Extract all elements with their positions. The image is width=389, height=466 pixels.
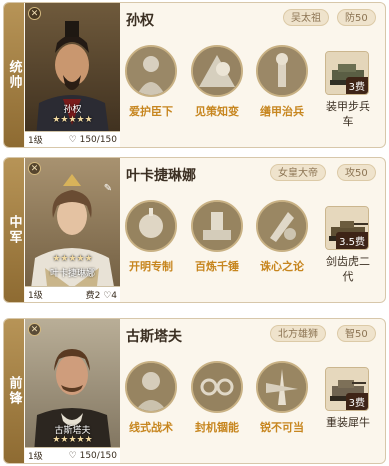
level-label: 1级 [28, 452, 43, 462]
level-label: 1级 [28, 291, 43, 301]
troop-slot[interactable]: 3.5费 剑齿虎二代 [325, 206, 371, 284]
role-label: 中军 [6, 215, 22, 245]
skill-icon [191, 45, 243, 97]
lineup-page: 统帅 孙权 ★★★★★ 1级 ♡ 150/150 ✕ 孙权 吴太祖 防50 爱护… [0, 0, 389, 466]
role-label: 前锋 [6, 376, 22, 406]
general-portrait[interactable]: 孙权 ★★★★★ 1级 ♡ 150/150 [25, 3, 120, 147]
title-badge: 北方雄狮 [270, 325, 326, 342]
skill-label: 见策知变 [195, 105, 239, 118]
skill-1[interactable]: 开明专制 [121, 200, 181, 274]
general-portrait[interactable]: 叶卡捷琳娜 ★★★★★ 1级 费2 ♡4 [25, 158, 120, 302]
skill-label: 线式战术 [129, 421, 173, 434]
star-rating: ★★★★★ [52, 115, 93, 125]
skill-label: 开明专制 [129, 260, 173, 273]
heart-icon: ♡ [68, 134, 77, 145]
stat-badge: 攻50 [337, 164, 376, 181]
skill-label: 封机锢能 [195, 421, 239, 434]
role-tab: 统帅 [4, 3, 24, 147]
cost-value: 费2 ♡4 [85, 291, 117, 301]
skill-1[interactable]: 爱护臣下 [121, 45, 181, 119]
remove-icon[interactable]: ✕ [28, 162, 41, 175]
skill-icon [256, 45, 308, 97]
tank-icon: 3费 [325, 51, 369, 95]
skill-3[interactable]: 缮甲治兵 [252, 45, 312, 119]
level-label: 1级 [28, 136, 43, 146]
skill-label: 爱护臣下 [129, 105, 173, 118]
troop-slot[interactable]: 3费 装甲步兵车 [325, 51, 371, 129]
portrait-footer: 1级 ♡ 150/150 [25, 131, 120, 147]
title-badge: 吴太祖 [283, 9, 329, 26]
troop-slot[interactable]: 3费 重装犀牛 [325, 367, 371, 430]
heart-icon: ♡ [68, 450, 77, 461]
skill-label: 百炼千锤 [195, 260, 239, 273]
skill-1[interactable]: 线式战术 [121, 361, 181, 435]
troop-label: 剑齿虎二代 [326, 255, 370, 283]
portrait-name: 孙权 [63, 105, 82, 115]
skill-icon [125, 45, 177, 97]
skill-2[interactable]: 见策知变 [187, 45, 247, 119]
skill-label: 锐不可当 [260, 421, 304, 434]
general-card-2[interactable]: 中军 叶卡捷琳娜 ★★★★★ 1级 费2 ♡4 ✕ ✎ 叶卡捷琳娜 女皇大帝 攻… [3, 157, 386, 303]
stamina-value: ♡ 150/150 [68, 134, 117, 145]
skill-icon [256, 200, 308, 252]
skill-label: 缮甲治兵 [260, 105, 304, 118]
portrait-art [25, 3, 120, 147]
skill-2[interactable]: 封机锢能 [187, 361, 247, 435]
star-rating: ★★★★★ [52, 254, 93, 264]
skill-icon [191, 361, 243, 413]
portrait-name: 叶卡捷琳娜 [49, 269, 95, 279]
role-label: 统帅 [6, 60, 22, 90]
skill-3[interactable]: 锐不可当 [252, 361, 312, 435]
stamina-value: ♡ 150/150 [68, 450, 117, 461]
tank-icon: 3.5费 [325, 206, 369, 250]
troop-label: 重装犀牛 [326, 416, 370, 429]
portrait-footer: 1级 费2 ♡4 [25, 286, 120, 302]
troop-cost: 3.5费 [336, 232, 368, 249]
troop-cost: 3费 [345, 77, 368, 94]
skill-icon [191, 200, 243, 252]
skill-icon [256, 361, 308, 413]
general-name: 孙权 [126, 13, 154, 29]
edit-icon[interactable]: ✎ [102, 183, 114, 195]
troop-cost: 3费 [345, 393, 368, 410]
general-card-1[interactable]: 统帅 孙权 ★★★★★ 1级 ♡ 150/150 ✕ 孙权 吴太祖 防50 爱护… [3, 2, 386, 148]
stat-badge: 防50 [337, 9, 376, 26]
role-tab: 前锋 [4, 319, 24, 463]
general-card-3[interactable]: 前锋 古斯塔夫 ★★★★★ 1级 ♡ 150/150 ✕ 古斯塔夫 北方雄狮 智… [3, 318, 386, 464]
skill-icon [125, 361, 177, 413]
star-rating: ★★★★★ [52, 435, 93, 445]
portrait-art [25, 158, 120, 302]
general-name: 叶卡捷琳娜 [126, 168, 196, 184]
skill-3[interactable]: 诛心之论 [252, 200, 312, 274]
general-name: 古斯塔夫 [126, 329, 182, 345]
tank-icon: 3费 [325, 367, 369, 411]
skill-icon [125, 200, 177, 252]
remove-icon[interactable]: ✕ [28, 7, 41, 20]
general-portrait[interactable]: 古斯塔夫 ★★★★★ 1级 ♡ 150/150 [25, 319, 120, 463]
title-badge: 女皇大帝 [270, 164, 326, 181]
skill-label: 诛心之论 [260, 260, 304, 273]
troop-label: 装甲步兵车 [326, 100, 370, 128]
role-tab: 中军 [4, 158, 24, 302]
portrait-footer: 1级 ♡ 150/150 [25, 447, 120, 463]
remove-icon[interactable]: ✕ [28, 323, 41, 336]
skill-2[interactable]: 百炼千锤 [187, 200, 247, 274]
stat-badge: 智50 [337, 325, 376, 342]
